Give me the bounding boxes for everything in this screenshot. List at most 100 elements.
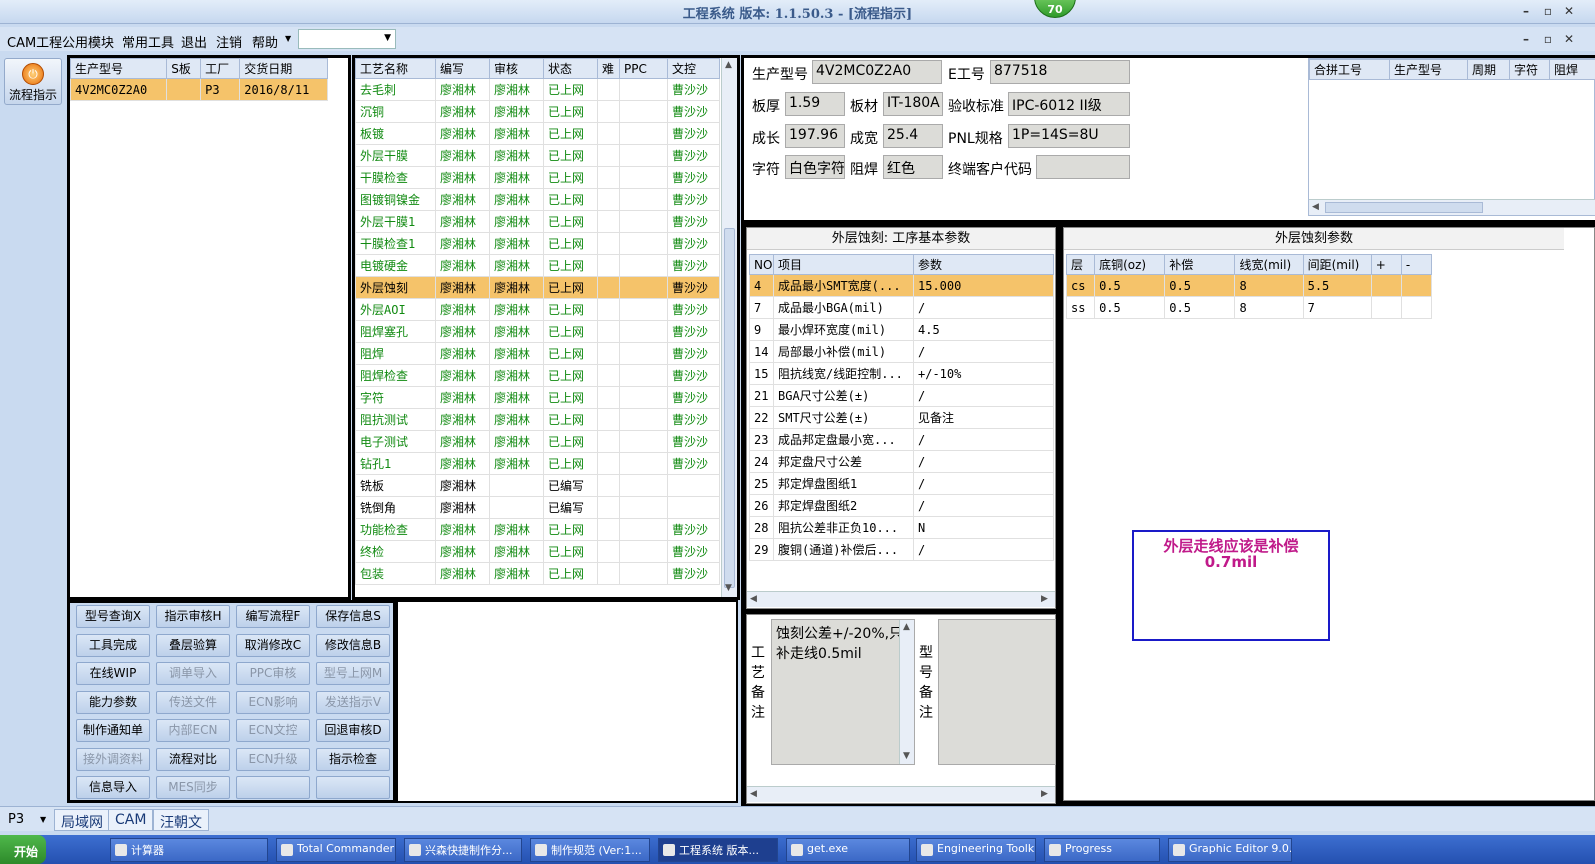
combo-arrow-icon[interactable]: ▼ [384, 33, 391, 43]
params-hscroll[interactable]: ◀ ▶ [747, 591, 1055, 607]
action-button[interactable]: 取消修改C [236, 633, 310, 657]
scroll-thumb[interactable] [724, 228, 735, 588]
process-row[interactable]: 阻抗测试 廖湘林 廖湘林 已上网 曹沙沙 [355, 408, 720, 431]
params-row[interactable]: 9 最小焊环宽度(mil) 4.5 [749, 318, 1054, 341]
order-header[interactable]: S板 [166, 58, 202, 79]
process-row[interactable]: 外层干膜1 廖湘林 廖湘林 已上网 曹沙沙 [355, 210, 720, 233]
params-row[interactable]: 24 邦定盘尺寸公差 / [749, 450, 1054, 473]
process-row[interactable]: 干膜检查 廖湘林 廖湘林 已上网 曹沙沙 [355, 166, 720, 189]
action-button[interactable]: 保存信息S [316, 605, 390, 628]
action-button[interactable]: 能力参数 [76, 690, 150, 714]
process-row[interactable]: 电镀硬金 廖湘林 廖湘林 已上网 曹沙沙 [355, 254, 720, 277]
action-button[interactable]: 修改信息B [316, 633, 390, 657]
chevron-down-icon[interactable]: ▼ [285, 34, 291, 43]
order-header[interactable]: 交货日期 [239, 58, 328, 79]
process-row[interactable]: 外层AOI 廖湘林 廖湘林 已上网 曹沙沙 [355, 298, 720, 321]
taskbar-task[interactable]: Total Commander [276, 838, 396, 862]
taskbar-task[interactable]: 制作规范 (Ver:1... [530, 838, 650, 862]
process-header[interactable]: 文控 [667, 58, 720, 79]
status-tab-cam[interactable]: CAM [108, 809, 154, 831]
etch-header[interactable]: 线宽(mil) [1234, 254, 1304, 275]
process-row[interactable]: 干膜检查1 廖湘林 廖湘林 已上网 曹沙沙 [355, 232, 720, 255]
menu-tools[interactable]: 常用工具 [122, 32, 174, 51]
model-field[interactable]: 4V2MC0Z2A0 [812, 60, 942, 84]
menu-help[interactable]: 帮助 [252, 32, 278, 51]
process-header[interactable]: 审核 [489, 58, 544, 79]
process-row[interactable]: 阻焊检查 廖湘林 廖湘林 已上网 曹沙沙 [355, 364, 720, 387]
scroll-up-icon[interactable]: ▲ [725, 60, 732, 70]
taskbar-task[interactable]: 兴森快捷制作分... [404, 838, 522, 862]
action-button[interactable]: MES同步 [156, 776, 230, 799]
taskbar-task[interactable]: Graphic Editor 9.0... [1168, 838, 1292, 862]
merge-header[interactable]: 合拼工号 [1309, 59, 1390, 80]
taskbar-task[interactable]: Engineering Toolki... [916, 838, 1036, 862]
action-button[interactable]: 流程对比 [156, 747, 230, 771]
char-field[interactable]: 白色字符 [785, 155, 845, 179]
taskbar-task[interactable]: Progress [1044, 838, 1160, 862]
action-button[interactable]: 内部ECN [156, 719, 230, 742]
wid-field[interactable]: 25.4 [883, 124, 943, 148]
minimize-icon[interactable]: – [1517, 4, 1535, 20]
process-row[interactable]: 沉铜 廖湘林 廖湘林 已上网 曹沙沙 [355, 100, 720, 123]
params-row[interactable]: 14 局部最小补偿(mil) / [749, 340, 1054, 363]
params-row[interactable]: 23 成品邦定盘最小宽... / [749, 428, 1054, 451]
process-row[interactable]: 包装 廖湘林 廖湘林 已上网 曹沙沙 [355, 562, 720, 585]
scroll-right-icon[interactable]: ▶ [1041, 594, 1048, 604]
process-row[interactable]: 外层蚀刻 廖湘林 廖湘林 已上网 曹沙沙 [355, 276, 720, 299]
mdi-close-icon[interactable]: ✕ [1560, 32, 1578, 48]
params-row[interactable]: 22 SMT尺寸公差(±) 见备注 [749, 406, 1054, 429]
action-button[interactable]: 编写流程F [236, 605, 310, 628]
menu-common-module[interactable]: 公用模块 [62, 32, 114, 51]
action-button[interactable]: 叠层验算 [156, 633, 230, 657]
menu-exit[interactable]: 退出 [181, 32, 207, 51]
params-row[interactable]: 4 成品最小SMT宽度(... 15.000 [749, 274, 1054, 297]
remarks-hscroll[interactable]: ◀ ▶ [747, 786, 1055, 802]
process-row[interactable]: 图镀铜镍金 廖湘林 廖湘林 已上网 曹沙沙 [355, 188, 720, 211]
scroll-left-icon[interactable]: ◀ [750, 789, 757, 799]
std-field[interactable]: IPC-6012 II级 [1008, 92, 1130, 116]
params-row[interactable]: 26 邦定焊盘图纸2/ [749, 494, 1054, 517]
status-tab-user[interactable]: 汪朝文 [153, 809, 209, 831]
process-vscroll[interactable]: ▲ ▼ [721, 58, 737, 597]
remark-vscroll[interactable]: ▲ ▼ [899, 620, 914, 764]
action-button[interactable]: 接外调资料 [76, 747, 150, 771]
scroll-left-icon[interactable]: ◀ [1312, 202, 1319, 212]
process-row[interactable]: 终检 廖湘林 廖湘林 已上网 曹沙沙 [355, 540, 720, 563]
e-no-field[interactable]: 877518 [990, 60, 1130, 84]
process-header[interactable]: PPC [619, 58, 668, 79]
action-button[interactable]: 工具完成 [76, 633, 150, 657]
status-tab-lan[interactable]: 局域网 [54, 809, 110, 831]
scroll-right-icon[interactable]: ▶ [1041, 789, 1048, 799]
params-row[interactable]: 28 阻抗公差非正负10... N [749, 516, 1054, 539]
params-row[interactable]: 7 成品最小BGA(mil) / [749, 296, 1054, 319]
close-icon[interactable]: ✕ [1560, 4, 1578, 20]
mdi-restore-icon[interactable]: ▫ [1539, 32, 1557, 48]
scroll-down-icon[interactable]: ▼ [725, 583, 732, 593]
params-row[interactable]: 21 BGA尺寸公差(±) / [749, 384, 1054, 407]
process-header[interactable]: 难 [597, 58, 620, 79]
pnl-field[interactable]: 1P=14S=8U [1008, 124, 1130, 148]
scroll-down-icon[interactable]: ▼ [903, 751, 910, 761]
process-header[interactable]: 编写 [435, 58, 490, 79]
process-row[interactable]: 外层干膜 廖湘林 廖湘林 已上网 曹沙沙 [355, 144, 720, 167]
params-row[interactable]: 25 邦定焊盘图纸1/ [749, 472, 1054, 495]
order-header[interactable]: 工厂 [200, 58, 241, 79]
etch-header[interactable]: 间距(mil) [1302, 254, 1372, 275]
params-header[interactable]: NO [749, 254, 774, 275]
process-row[interactable]: 功能检查 廖湘林 廖湘林 已上网 曹沙沙 [355, 518, 720, 541]
action-button[interactable]: 指示审核H [156, 605, 230, 628]
action-button[interactable]: 信息导入 [76, 776, 150, 799]
taskbar-task[interactable]: 计算器 [110, 838, 268, 862]
action-button[interactable]: 制作通知单 [76, 719, 150, 742]
action-button[interactable] [236, 776, 310, 799]
cust-field[interactable] [1036, 155, 1130, 179]
process-row[interactable]: 铣板 廖湘林 已编写 [355, 474, 720, 497]
action-button[interactable]: 发送指示V [316, 690, 390, 714]
action-button[interactable]: 传送文件 [156, 690, 230, 714]
params-row[interactable]: 29 腹铜(通道)补偿后... / [749, 538, 1054, 561]
process-header[interactable]: 状态 [543, 58, 598, 79]
action-button[interactable]: 型号查询X [76, 605, 150, 628]
process-remark-text[interactable]: 蚀刻公差+/-20%,只补走线0.5mil [771, 619, 915, 765]
process-row[interactable]: 电子测试 廖湘林 廖湘林 已上网 曹沙沙 [355, 430, 720, 453]
menu-logout[interactable]: 注销 [216, 32, 242, 51]
